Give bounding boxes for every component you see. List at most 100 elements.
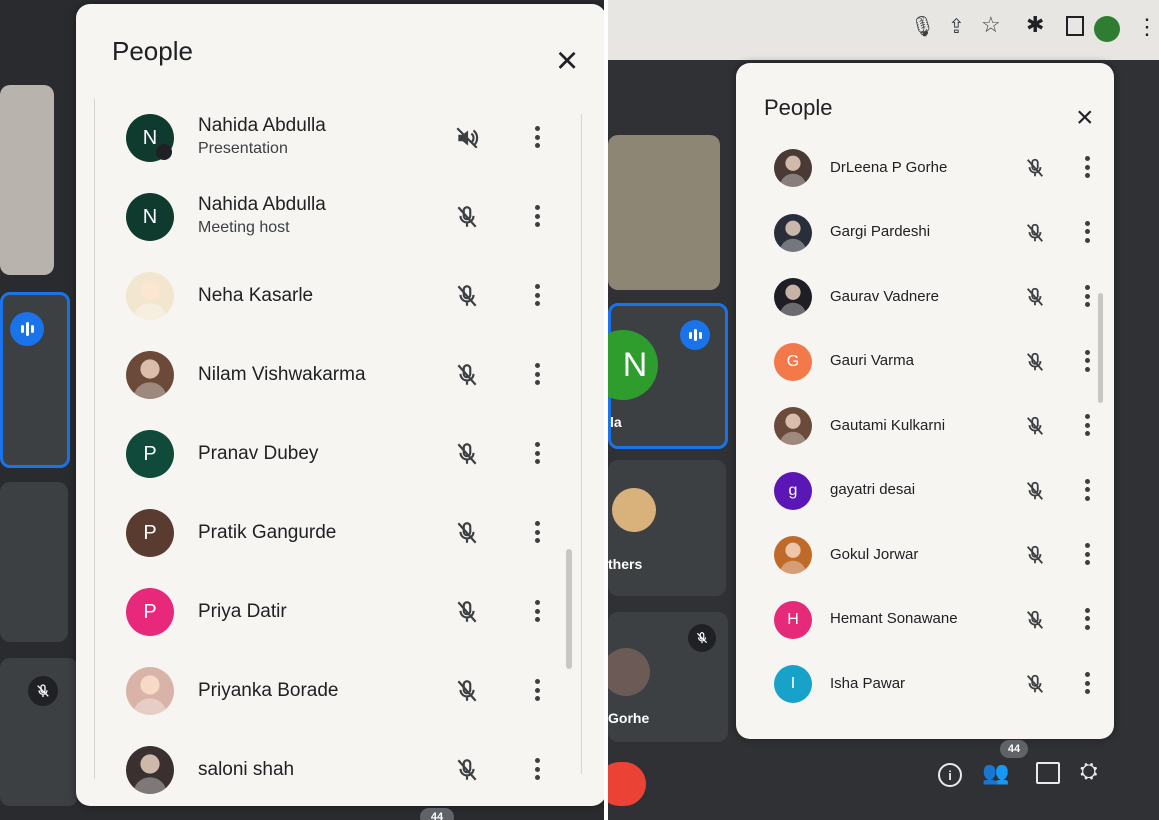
audio-muted-icon (454, 125, 480, 156)
mic-off-icon (1024, 544, 1046, 571)
more-options-icon[interactable] (1084, 478, 1090, 501)
right-screenshot: 🎙 ⇪ ☆ ✱ ⋮ N la thers Gorhe People × DrLe… (608, 0, 1159, 820)
participant-row[interactable]: g gayatri desai (736, 471, 1114, 510)
participant-row[interactable]: Nilam Vishwakarma (76, 351, 604, 399)
mic-off-icon (1024, 351, 1046, 378)
more-options-icon[interactable] (534, 679, 540, 701)
left-screenshot: People × N Presentation Nahida Abdulla N Mee… (0, 0, 604, 820)
mic-off-icon (454, 757, 480, 788)
participant-name: Gaurav Vadnere (830, 287, 939, 305)
participant-row[interactable]: Gaurav Vadnere (736, 278, 1114, 316)
participant-name: Pratik Gangurde (198, 521, 337, 543)
avatar-photo (126, 667, 174, 715)
speaking-indicator (680, 320, 710, 350)
activities-icon[interactable]: ⛭ (1080, 758, 1098, 784)
side-panel-icon[interactable] (1066, 16, 1084, 36)
more-options-icon[interactable] (534, 126, 540, 148)
avatar-photo (126, 272, 174, 320)
participant-row[interactable]: P Pratik Gangurde (76, 509, 604, 557)
more-options-icon[interactable] (1084, 414, 1090, 436)
avatar: P (126, 509, 174, 557)
mic-off-icon (1024, 480, 1046, 507)
muted-mic-icon (28, 676, 58, 706)
close-button[interactable]: × (1076, 103, 1094, 133)
avatar-photo (126, 351, 174, 399)
avatar: P (126, 430, 174, 478)
more-options-icon[interactable] (1084, 285, 1090, 307)
participant-row[interactable]: Neha Kasarle (76, 272, 604, 320)
avatar-letter: G (786, 352, 800, 370)
more-options-icon[interactable] (534, 600, 540, 622)
avatar: g (774, 471, 812, 510)
more-options-icon[interactable] (534, 442, 540, 464)
participant-name: Nahida Abdulla (198, 194, 326, 215)
more-options-icon[interactable] (1084, 607, 1090, 630)
avatar-photo (774, 278, 812, 316)
participant-name: Gokul Jorwar (830, 545, 919, 563)
avatar-photo (126, 746, 174, 794)
more-options-icon[interactable] (1084, 220, 1090, 243)
participant-row[interactable]: DrLeena P Gorhe (736, 149, 1114, 187)
more-options-icon[interactable] (1084, 349, 1090, 372)
participant-row[interactable]: N Presentation Nahida Abdulla (76, 114, 604, 162)
mic-off-icon (1024, 286, 1046, 313)
info-icon[interactable]: i (938, 763, 962, 787)
participant-row[interactable]: saloni shah (76, 746, 604, 794)
avatar-photo (612, 488, 656, 532)
more-options-icon[interactable] (534, 758, 540, 780)
mic-off-icon (1024, 609, 1046, 636)
avatar-letter: P (143, 521, 157, 544)
participant-row[interactable]: Gautami Kulkarni (736, 407, 1114, 445)
participant-row[interactable]: P Pranav Dubey (76, 430, 604, 478)
more-options-icon[interactable] (534, 521, 540, 543)
participant-name: Gargi Pardeshi (830, 223, 931, 240)
tile-name-label: thers (608, 556, 643, 572)
participant-name: Pranav Dubey (198, 442, 319, 464)
more-options-icon[interactable] (534, 284, 540, 306)
participant-name: Isha Pawar (830, 674, 906, 692)
mic-off-icon (1024, 673, 1046, 700)
people-icon[interactable]: 👥 (982, 760, 1009, 786)
more-options-icon[interactable] (534, 363, 540, 385)
chat-icon[interactable] (1036, 762, 1060, 784)
more-options-icon[interactable] (534, 205, 540, 227)
participant-row[interactable]: N Meeting host Nahida Abdulla (76, 193, 604, 241)
participant-row[interactable]: H Hemant Sonawane (736, 600, 1114, 639)
participant-role: Meeting host (198, 219, 290, 236)
participant-role: Presentation (198, 140, 288, 157)
avatar-photo (774, 407, 812, 445)
participant-row[interactable]: Priyanka Borade (76, 667, 604, 715)
participant-row[interactable]: G Gauri Varma (736, 342, 1114, 381)
avatar-letter: N (142, 126, 158, 149)
avatar-photo (774, 149, 812, 187)
muted-mic-icon (688, 624, 716, 652)
mic-icon[interactable]: 🎙 (910, 14, 935, 39)
mic-off-icon (454, 283, 480, 314)
avatar-letter: I (790, 675, 796, 692)
avatar-letter: H (787, 610, 799, 628)
participant-row[interactable]: P Priya Datir (76, 588, 604, 636)
end-call-button[interactable] (608, 762, 646, 806)
participant-row[interactable]: Gokul Jorwar (736, 536, 1114, 574)
participant-name: gayatri desai (830, 481, 916, 498)
avatar-photo (774, 536, 812, 574)
share-icon[interactable]: ⇪ (948, 14, 965, 39)
participant-name: Nilam Vishwakarma (198, 363, 366, 385)
star-icon[interactable]: ☆ (981, 12, 1001, 38)
more-options-icon[interactable] (1084, 156, 1090, 178)
speaking-indicator (10, 312, 44, 346)
video-tile (608, 135, 720, 290)
presenting-icon (156, 144, 172, 160)
more-options-icon[interactable] (1084, 672, 1090, 694)
participant-row[interactable]: I Isha Pawar (736, 665, 1114, 703)
close-button[interactable]: × (556, 42, 578, 80)
profile-avatar[interactable] (1094, 16, 1120, 42)
mic-off-icon (454, 520, 480, 551)
extensions-icon[interactable]: ✱ (1026, 12, 1044, 38)
mic-off-icon (1024, 222, 1046, 249)
avatar-letter: P (143, 600, 157, 623)
participant-row[interactable]: Gargi Pardeshi (736, 213, 1114, 252)
more-menu-icon[interactable]: ⋮ (1136, 14, 1158, 40)
video-tile (0, 482, 68, 642)
more-options-icon[interactable] (1084, 543, 1090, 565)
